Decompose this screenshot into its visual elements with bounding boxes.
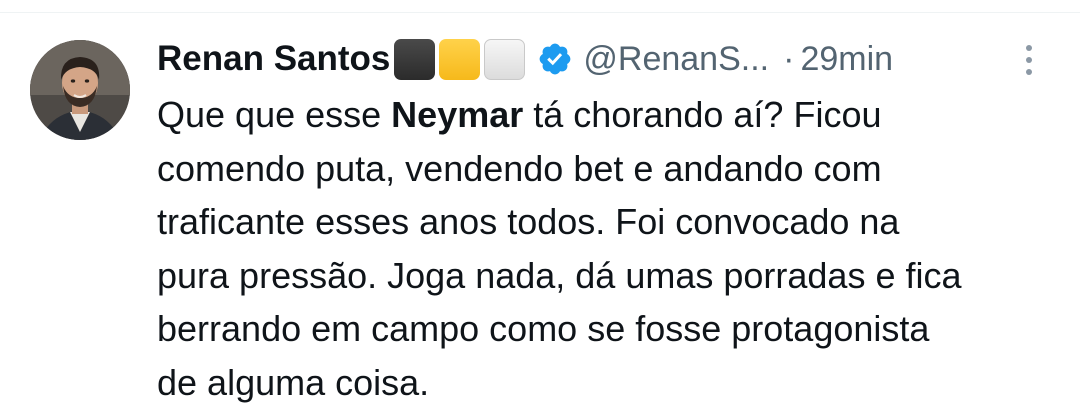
tweet-content: Renan Santos @RenanS... · 29min Que que …: [157, 30, 1060, 410]
yellow-square-emoji-icon: [439, 38, 481, 80]
black-square-emoji-icon: [394, 38, 436, 80]
tweet-header: Renan Santos @RenanS... · 29min: [157, 30, 1060, 88]
mention-neymar: Neymar: [391, 94, 524, 135]
tweet-text: Que que esse Neymar tá chorando aí? Fico…: [157, 88, 1060, 410]
tweet-time[interactable]: 29min: [800, 40, 893, 79]
divider: [0, 12, 1080, 13]
tweet-text-line: berrando em campo como se fosse protagon…: [157, 308, 930, 350]
white-square-emoji-icon: [484, 38, 526, 80]
text-segment: tá chorando aí? Ficou: [523, 94, 882, 135]
tweet-text-line: traficante esses anos todos. Foi convoca…: [157, 201, 900, 243]
separator-dot: ·: [783, 39, 795, 78]
tweet-text-line: pura pressão. Joga nada, dá umas porrada…: [157, 254, 962, 296]
author-handle[interactable]: @RenanS...: [583, 40, 769, 79]
text-segment: Que que esse: [157, 94, 392, 135]
name-emojis: [394, 38, 526, 80]
avatar-photo: [30, 40, 130, 140]
tweet-card[interactable]: Renan Santos @RenanS... · 29min Que que …: [0, 0, 1080, 410]
tweet-text-line: Que que esse Neymar tá chorando aí? Fico…: [157, 88, 1060, 142]
verified-badge-icon[interactable]: [537, 41, 573, 77]
tweet-text-line: de alguma coisa.: [157, 361, 430, 403]
more-vertical-icon[interactable]: [1019, 42, 1039, 78]
tweet-text-line: comendo puta, vendendo bet e andando com: [157, 147, 882, 189]
author-name[interactable]: Renan Santos: [157, 39, 390, 79]
avatar[interactable]: [30, 40, 130, 140]
